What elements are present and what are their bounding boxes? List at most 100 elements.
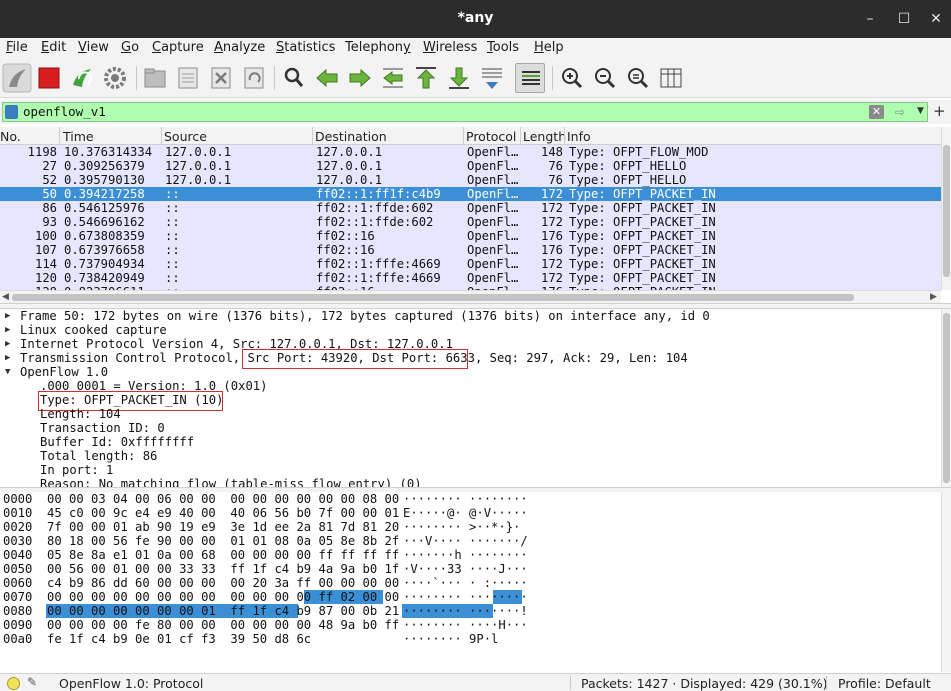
packet-row[interactable]: 120 0.738420949:: ff02::1:fffe:4669 OpenFl…… [0, 271, 941, 285]
openflow-total-length-field[interactable]: Total length: 86 [40, 449, 157, 463]
save-file-icon[interactable] [173, 63, 203, 93]
filter-history-dropdown-icon[interactable]: ▼ [917, 106, 927, 118]
autoscroll-icon[interactable] [477, 63, 507, 93]
capture-options-icon[interactable] [100, 63, 130, 93]
clear-filter-icon[interactable]: ✕ [869, 105, 884, 119]
details-scrollbar[interactable] [941, 309, 951, 488]
go-first-packet-icon[interactable] [411, 63, 441, 93]
column-divider[interactable] [312, 127, 313, 145]
menu-help[interactable]: Help [534, 40, 564, 55]
byte-row[interactable]: 0050 00 56 00 01 00 00 33 33 ff 1f c4 b9 … [0, 562, 941, 576]
collapse-arrow-icon[interactable]: ▼ [5, 365, 10, 379]
close-window-button[interactable]: ✕ [925, 8, 947, 30]
column-divider[interactable] [520, 127, 521, 145]
menu-wireless[interactable]: Wireless [423, 40, 477, 55]
restart-capture-icon[interactable] [67, 63, 97, 93]
open-file-icon[interactable] [140, 63, 170, 93]
packet-row[interactable]: 100 0.673808359:: ff02::16 OpenFl… 176 Type: … [0, 229, 941, 243]
expand-arrow-icon[interactable]: ▶ [5, 323, 10, 337]
expand-arrow-icon[interactable]: ▶ [5, 337, 10, 351]
status-profile[interactable]: Profile: Default [838, 676, 931, 691]
byte-row[interactable]: 0000 00 00 03 04 00 06 00 00 00 00 00 00 … [0, 492, 941, 506]
resize-columns-icon[interactable] [656, 63, 686, 93]
packet-row[interactable]: 86 0.546125976:: ff02::1:ffde:602 OpenFl… 17… [0, 201, 941, 215]
go-back-icon[interactable] [312, 63, 342, 93]
scroll-right-icon[interactable]: ▶ [930, 292, 937, 302]
expand-arrow-icon[interactable]: ▶ [5, 351, 10, 365]
column-header-protocol[interactable]: Protocol [466, 129, 516, 144]
packet-cell-proto: OpenFl… [467, 159, 519, 173]
go-forward-icon[interactable] [345, 63, 375, 93]
column-header-info[interactable]: Info [567, 129, 591, 144]
byte-row[interactable]: 0020 7f 00 00 01 ab 90 19 e9 3e 1d ee 2a … [0, 520, 941, 534]
expand-arrow-icon[interactable]: ▶ [5, 309, 10, 323]
byte-row[interactable]: 0060 c4 b9 86 dd 60 00 00 00 00 20 3a ff … [0, 576, 941, 590]
menu-analyze[interactable]: Analyze [214, 40, 265, 55]
comment-pencil-icon[interactable]: ✎ [27, 675, 37, 689]
column-header-destination[interactable]: Destination [315, 129, 387, 144]
byte-row[interactable]: 0030 80 18 00 56 fe 90 00 00 01 01 08 0a … [0, 534, 941, 548]
close-file-icon[interactable] [206, 63, 236, 93]
packet-list-scrollbar[interactable] [941, 127, 951, 290]
scroll-left-icon[interactable]: ◀ [2, 292, 9, 302]
menu-capture[interactable]: Capture [152, 40, 204, 55]
menu-go[interactable]: Go [121, 40, 139, 55]
byte-row[interactable]: 0090 00 00 00 00 fe 80 00 00 00 00 00 00 … [0, 618, 941, 632]
zoom-out-icon[interactable] [590, 63, 620, 93]
filter-bookmark-icon[interactable] [5, 105, 18, 119]
column-header-source[interactable]: Source [164, 129, 207, 144]
go-last-packet-icon[interactable] [444, 63, 474, 93]
byte-row[interactable]: 0080 00 00 00 00 00 00 00 01 ff 1f c4 b9 … [0, 604, 941, 618]
packet-row[interactable]: 114 0.737904934:: ff02::1:fffe:4669 OpenFl…… [0, 257, 941, 271]
column-divider[interactable] [59, 127, 60, 145]
apply-filter-button[interactable]: ⇨ [887, 105, 913, 119]
column-header-length[interactable]: Length [523, 129, 566, 144]
openflow-length-field[interactable]: Length: 104 [40, 407, 121, 421]
maximize-button[interactable]: ☐ [893, 8, 915, 30]
packet-row[interactable]: 107 0.673976658:: ff02::16 OpenFl… 176 Type: … [0, 243, 941, 257]
expert-info-led-icon[interactable] [7, 677, 20, 690]
menu-view[interactable]: View [78, 40, 109, 55]
details-scroll-thumb[interactable] [943, 313, 950, 483]
packet-row[interactable]: 27 0.309256379 127.0.0.1 127.0.0.1 OpenFl… 76… [0, 159, 941, 173]
add-filter-button-icon[interactable]: + [933, 103, 946, 119]
column-divider[interactable] [161, 127, 162, 145]
menu-file[interactable]: File [6, 40, 28, 55]
packet-row[interactable]: 93 0.546696162:: ff02::1:ffde:602 OpenFl… 17… [0, 215, 941, 229]
column-header-no[interactable]: No. [0, 129, 21, 144]
byte-row[interactable]: 0010 45 c0 00 9c e4 e9 40 00 40 06 56 b0 … [0, 506, 941, 520]
minimize-button[interactable]: – [859, 8, 881, 30]
zoom-in-icon[interactable] [557, 63, 587, 93]
packet-list-hscroll-thumb[interactable] [12, 294, 854, 301]
display-filter-text[interactable]: openflow_v1 [23, 104, 106, 119]
packet-cell-dst: ff02::16 [316, 229, 375, 243]
bytes-scrollbar[interactable] [941, 492, 951, 672]
shark-fin-start-icon[interactable] [2, 63, 32, 93]
menu-edit[interactable]: Edit [41, 40, 66, 55]
packet-row[interactable]: 50 0.394217258:: ff02::1:ff1f:c4b9 OpenFl… 1… [0, 187, 941, 201]
packet-row[interactable]: 52 0.395790130 127.0.0.1 127.0.0.1 OpenFl… 76… [0, 173, 941, 187]
stop-capture-icon[interactable] [34, 63, 64, 93]
openflow-xid-field[interactable]: Transaction ID: 0 [40, 421, 165, 435]
reload-file-icon[interactable] [239, 63, 269, 93]
go-to-packet-icon[interactable] [378, 63, 408, 93]
colorize-icon[interactable] [515, 63, 545, 93]
column-header-time[interactable]: Time [63, 129, 94, 144]
byte-offset: 0080 [3, 604, 33, 618]
menu-telephony[interactable]: Telephony [345, 40, 411, 55]
byte-row[interactable]: 0040 05 8e 8a e1 01 0a 00 68 00 00 00 00 … [0, 548, 941, 562]
menu-tools[interactable]: Tools [487, 40, 519, 55]
packet-list-scroll-thumb[interactable] [943, 145, 950, 277]
byte-row[interactable]: 00a0 fe 1f c4 b9 0e 01 cf f3 39 50 d8 6c ·… [0, 632, 941, 646]
column-divider[interactable] [463, 127, 464, 145]
packet-row[interactable]: 1198 10.376314334 127.0.0.1 127.0.0.1 OpenFl… [0, 145, 941, 159]
menu-statistics[interactable]: Statistics [276, 40, 335, 55]
column-divider[interactable] [564, 127, 565, 145]
find-packet-icon[interactable] [279, 63, 309, 93]
zoom-normal-icon[interactable] [623, 63, 653, 93]
byte-row[interactable]: 0070 00 00 00 00 00 00 00 00 00 00 00 00 … [0, 590, 941, 604]
display-filter-input[interactable]: openflow_v1 ✕ ⇨ ▼ [2, 102, 928, 122]
openflow-in-port-field[interactable]: In port: 1 [40, 463, 113, 477]
openflow-buffer-id-field[interactable]: Buffer Id: 0xffffffff [40, 435, 194, 449]
packet-list-hscrollbar[interactable]: ◀ ▶ [0, 290, 941, 303]
